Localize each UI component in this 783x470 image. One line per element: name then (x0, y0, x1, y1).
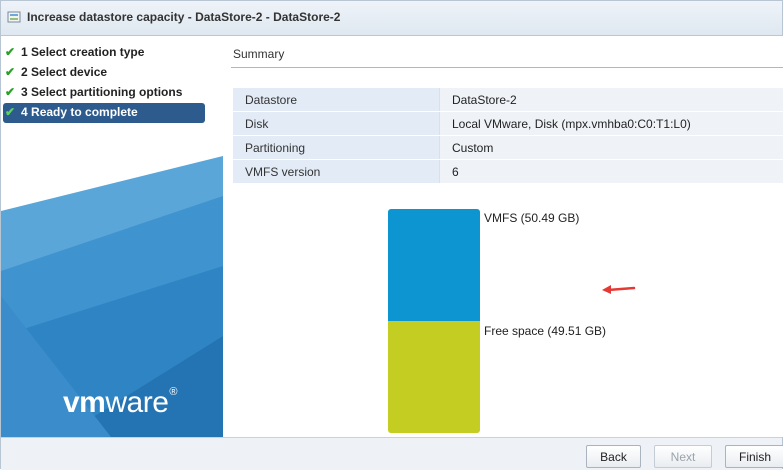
step-select-device[interactable]: ✔2 Select device (1, 63, 223, 83)
check-icon: ✔ (5, 83, 19, 101)
step-label: Select partitioning options (31, 85, 182, 99)
red-arrow-icon (600, 282, 636, 296)
next-button[interactable]: Next (654, 445, 712, 468)
wizard-sidebar: ✔1 Select creation type ✔2 Select device… (1, 36, 223, 437)
step-ready-to-complete[interactable]: ✔4 Ready to complete (3, 103, 205, 123)
table-row: Disk Local VMware, Disk (mpx.vmhba0:C0:T… (233, 112, 783, 136)
step-label: Ready to complete (31, 105, 138, 119)
main-content: Summary Datastore DataStore-2 Disk Local… (223, 36, 783, 437)
free-space-bar (388, 321, 480, 433)
step-select-partitioning-options[interactable]: ✔3 Select partitioning options (1, 83, 223, 103)
step-label: Select creation type (31, 45, 144, 59)
vmfs-partition-bar (388, 209, 480, 321)
step-number: 1 (21, 45, 28, 59)
summary-heading: Summary (233, 47, 284, 61)
step-number: 3 (21, 85, 28, 99)
check-icon: ✔ (5, 43, 19, 61)
check-icon: ✔ (5, 63, 19, 81)
table-row: Partitioning Custom (233, 136, 783, 160)
table-row: VMFS version 6 (233, 160, 783, 184)
heading-divider (231, 67, 783, 68)
vmfs-partition-label: VMFS (50.49 GB) (484, 211, 579, 225)
back-button[interactable]: Back (586, 445, 641, 468)
step-number: 2 (21, 65, 28, 79)
table-row: Datastore DataStore-2 (233, 88, 783, 112)
step-number: 4 (21, 105, 28, 119)
wizard-footer: Back Next Finish (1, 437, 782, 470)
title-bar: Increase datastore capacity - DataStore-… (1, 1, 782, 36)
dialog-title: Increase datastore capacity - DataStore-… (27, 10, 340, 24)
row-value: Custom (440, 136, 783, 160)
check-icon: ✔ (5, 103, 19, 121)
row-key: Disk (233, 112, 440, 136)
step-label: Select device (31, 65, 107, 79)
row-value: Local VMware, Disk (mpx.vmhba0:C0:T1:L0) (440, 112, 783, 136)
finish-button[interactable]: Finish (725, 445, 783, 468)
row-key: Partitioning (233, 136, 440, 160)
row-key: Datastore (233, 88, 440, 112)
row-value: 6 (440, 160, 783, 184)
summary-table: Datastore DataStore-2 Disk Local VMware,… (233, 88, 783, 184)
row-key: VMFS version (233, 160, 440, 184)
step-list: ✔1 Select creation type ✔2 Select device… (1, 43, 223, 123)
wizard-dialog: Increase datastore capacity - DataStore-… (0, 0, 783, 469)
free-space-label: Free space (49.51 GB) (484, 324, 606, 338)
row-value: DataStore-2 (440, 88, 783, 112)
datastore-icon (7, 10, 21, 24)
step-select-creation-type[interactable]: ✔1 Select creation type (1, 43, 223, 63)
vmware-logo: vmware® (63, 386, 177, 420)
